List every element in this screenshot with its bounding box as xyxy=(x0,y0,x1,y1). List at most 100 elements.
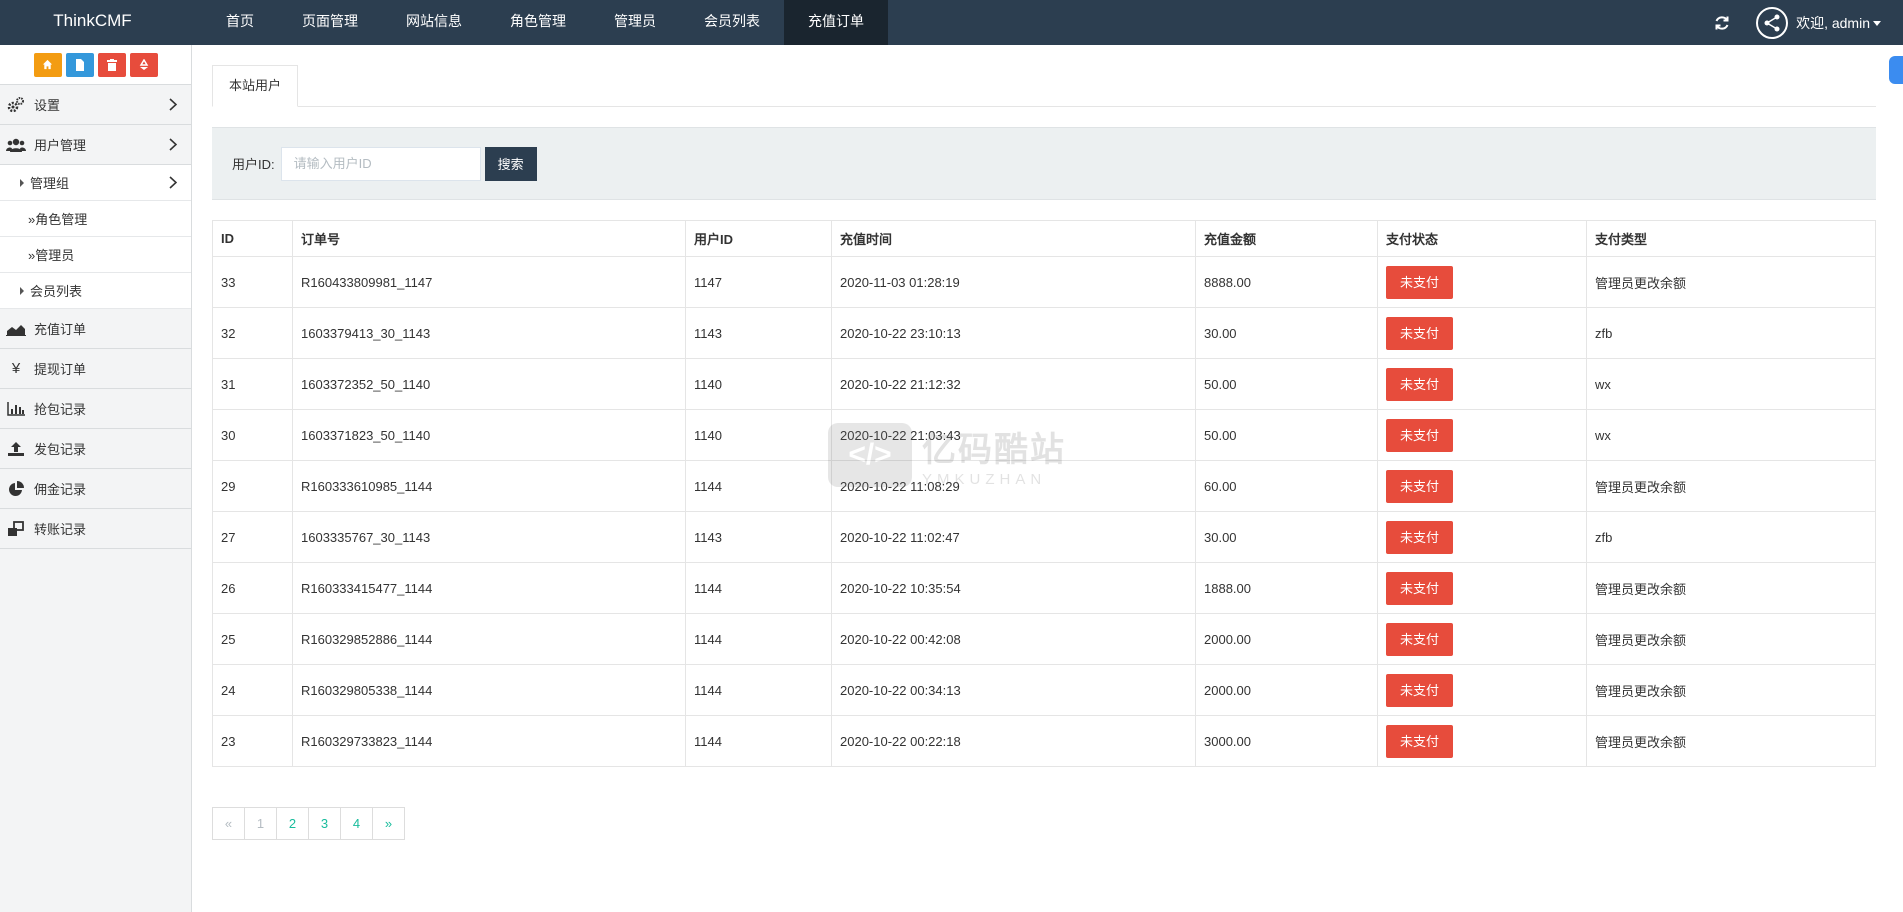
quick-actions xyxy=(0,45,191,85)
status-badge[interactable]: 未支付 xyxy=(1386,469,1454,503)
status-badge[interactable]: 未支付 xyxy=(1386,316,1454,350)
cell-status: 未支付 xyxy=(1377,460,1587,512)
cell-user-id: 1144 xyxy=(685,562,832,614)
status-badge[interactable]: 未支付 xyxy=(1386,265,1454,299)
nav-item-members[interactable]: 会员列表 xyxy=(680,0,784,45)
cell-status: 未支付 xyxy=(1377,562,1587,614)
avatar[interactable] xyxy=(1756,6,1789,39)
table-header-row: ID 订单号 用户ID 充值时间 充值金额 支付状态 支付类型 xyxy=(212,220,1876,257)
page-next[interactable]: » xyxy=(372,807,405,840)
status-badge[interactable]: 未支付 xyxy=(1386,520,1454,554)
cell-order-no: 1603371823_50_1140 xyxy=(292,409,686,461)
cell-status: 未支付 xyxy=(1377,409,1587,461)
nav-item-home[interactable]: 首页 xyxy=(202,0,278,45)
cell-order-no: 1603379413_30_1143 xyxy=(292,307,686,359)
nav-item-admins[interactable]: 管理员 xyxy=(590,0,680,45)
sidebar-item-member-list[interactable]: 会员列表 xyxy=(0,273,191,309)
cell-user-id: 1147 xyxy=(685,256,832,308)
refresh-icon[interactable] xyxy=(1702,0,1742,45)
recycle-button[interactable] xyxy=(129,52,158,77)
trash-button[interactable] xyxy=(97,52,126,77)
nav-item-site-info[interactable]: 网站信息 xyxy=(382,0,486,45)
sidebar-item-recharge-orders[interactable]: 充值订单 xyxy=(0,309,191,349)
user-menu[interactable]: 欢迎, admin xyxy=(1796,13,1881,33)
page-3[interactable]: 3 xyxy=(308,807,341,840)
cell-amount: 2000.00 xyxy=(1195,664,1378,716)
cell-amount: 3000.00 xyxy=(1195,715,1378,767)
cell-time: 2020-10-22 23:10:13 xyxy=(831,307,1196,359)
sidebar-item-send-records[interactable]: 发包记录 xyxy=(0,429,191,469)
col-order-no: 订单号 xyxy=(292,220,686,257)
recycle-icon xyxy=(139,58,148,70)
side-floating-tab[interactable] xyxy=(1889,56,1903,84)
sidebar: 设置 用户管理 管理组 »角色管理 »管理员 会员列表 充值订单 ¥ 提现订单 … xyxy=(0,45,192,912)
cell-status: 未支付 xyxy=(1377,256,1587,308)
page-prev[interactable]: « xyxy=(212,807,245,840)
cell-amount: 30.00 xyxy=(1195,307,1378,359)
status-badge[interactable]: 未支付 xyxy=(1386,724,1454,758)
status-badge[interactable]: 未支付 xyxy=(1386,367,1454,401)
table-row: 33 R160433809981_1147 1147 2020-11-03 01… xyxy=(212,256,1876,308)
main-content: 本站用户 用户ID: 搜索 ID 订单号 用户ID 充值时间 充值金额 支付状态… xyxy=(212,45,1876,840)
table-row: 26 R160333415477_1144 1144 2020-10-22 10… xyxy=(212,562,1876,614)
cell-id: 23 xyxy=(212,715,293,767)
status-badge[interactable]: 未支付 xyxy=(1386,418,1454,452)
cell-time: 2020-10-22 00:22:18 xyxy=(831,715,1196,767)
cell-id: 27 xyxy=(212,511,293,563)
table-row: 25 R160329852886_1144 1144 2020-10-22 00… xyxy=(212,613,1876,665)
brand-logo[interactable]: ThinkCMF xyxy=(0,0,185,45)
sidebar-item-transfer-records[interactable]: 转账记录 xyxy=(0,509,191,549)
cell-amount: 50.00 xyxy=(1195,358,1378,410)
sidebar-item-withdraw-orders[interactable]: ¥ 提现订单 xyxy=(0,349,191,389)
cell-pay-type: wx xyxy=(1586,409,1876,461)
yen-icon: ¥ xyxy=(11,360,21,377)
search-button[interactable]: 搜索 xyxy=(484,146,537,181)
cell-amount: 2000.00 xyxy=(1195,613,1378,665)
cell-user-id: 1143 xyxy=(685,511,832,563)
status-badge[interactable]: 未支付 xyxy=(1386,571,1454,605)
sidebar-item-role-management[interactable]: »角色管理 xyxy=(0,201,191,237)
page-1[interactable]: 1 xyxy=(244,807,277,840)
sidebar-item-label: 用户管理 xyxy=(34,138,87,153)
home-button[interactable] xyxy=(33,52,62,77)
page-2[interactable]: 2 xyxy=(276,807,309,840)
cell-pay-type: zfb xyxy=(1586,511,1876,563)
cell-id: 26 xyxy=(212,562,293,614)
cell-pay-type: 管理员更改余额 xyxy=(1586,613,1876,665)
cell-time: 2020-10-22 00:42:08 xyxy=(831,613,1196,665)
nav-item-recharge-orders[interactable]: 充值订单 xyxy=(784,0,888,45)
nav-item-pages[interactable]: 页面管理 xyxy=(278,0,382,45)
cell-user-id: 1140 xyxy=(685,409,832,461)
tab-site-users[interactable]: 本站用户 xyxy=(212,65,299,107)
cell-user-id: 1144 xyxy=(685,460,832,512)
sidebar-item-user-management[interactable]: 用户管理 xyxy=(0,125,191,165)
search-bar: 用户ID: 搜索 xyxy=(212,127,1876,200)
cell-pay-type: wx xyxy=(1586,358,1876,410)
user-id-input[interactable] xyxy=(280,146,481,181)
sidebar-item-admin-group[interactable]: 管理组 xyxy=(0,165,191,201)
sidebar-item-admin[interactable]: »管理员 xyxy=(0,237,191,273)
cell-user-id: 1143 xyxy=(685,307,832,359)
cell-status: 未支付 xyxy=(1377,511,1587,563)
sidebar-item-grab-records[interactable]: 抢包记录 xyxy=(0,389,191,429)
sidebar-item-commission-records[interactable]: 佣金记录 xyxy=(0,469,191,509)
sidebar-item-settings[interactable]: 设置 xyxy=(0,85,191,125)
sidebar-item-label: 转账记录 xyxy=(34,522,87,537)
cell-order-no: R160329852886_1144 xyxy=(292,613,686,665)
file-button[interactable] xyxy=(65,52,94,77)
cell-id: 33 xyxy=(212,256,293,308)
cell-time: 2020-10-22 00:34:13 xyxy=(831,664,1196,716)
cell-order-no: 1603335767_30_1143 xyxy=(292,511,686,563)
file-icon xyxy=(75,58,84,71)
col-user-id: 用户ID xyxy=(685,220,832,257)
page-4[interactable]: 4 xyxy=(340,807,373,840)
cell-time: 2020-10-22 21:03:43 xyxy=(831,409,1196,461)
status-badge[interactable]: 未支付 xyxy=(1386,673,1454,707)
status-badge[interactable]: 未支付 xyxy=(1386,622,1454,656)
cell-user-id: 1144 xyxy=(685,664,832,716)
clone-icon xyxy=(6,519,26,539)
nav-item-roles[interactable]: 角色管理 xyxy=(486,0,590,45)
cell-status: 未支付 xyxy=(1377,715,1587,767)
cell-time: 2020-10-22 11:02:47 xyxy=(831,511,1196,563)
cell-pay-type: zfb xyxy=(1586,307,1876,359)
